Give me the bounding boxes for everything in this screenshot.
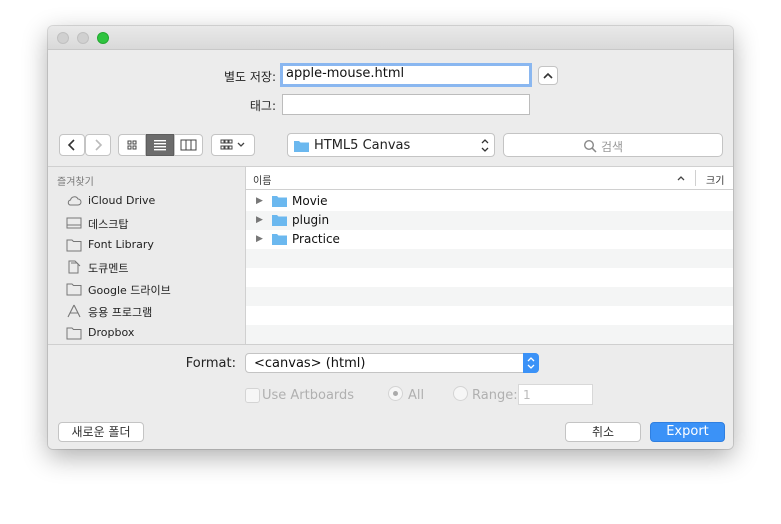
folder-icon: [272, 196, 287, 207]
zoom-button[interactable]: [97, 32, 109, 44]
range-label: Range:: [472, 388, 518, 403]
save-as-label: 별도 저장:: [223, 70, 276, 84]
empty-row: [246, 306, 733, 325]
sidebar-item-dropbox[interactable]: Dropbox: [66, 323, 244, 343]
minimize-button[interactable]: [77, 32, 89, 44]
format-value: <canvas> (html): [254, 356, 366, 371]
empty-row: [246, 325, 733, 344]
all-label: All: [408, 388, 425, 403]
sort-ascending-icon: [677, 176, 685, 181]
chevron-up-icon: [543, 72, 553, 79]
sidebar-item-google-drive[interactable]: Google 드라이브: [66, 279, 244, 299]
close-button[interactable]: [57, 32, 69, 44]
columns-icon: [180, 139, 197, 151]
cloud-icon: [67, 196, 82, 206]
save-dialog: 별도 저장: apple-mouse.html 태그: HTML5 Canvas…: [48, 26, 733, 449]
updown-chevron-icon: [527, 357, 535, 369]
disclosure-triangle-icon[interactable]: ▶: [256, 234, 263, 244]
format-label: Format:: [185, 356, 236, 371]
file-list: 이름 크기 ▶ Movie ▶ plugin ▶ Practice: [246, 167, 733, 344]
desktop-icon: [66, 217, 82, 229]
range-input[interactable]: 1: [518, 384, 593, 405]
documents-icon: [68, 260, 81, 274]
sidebar-item-label: 응용 프로그램: [88, 306, 153, 319]
favorites-header: 즐겨찾기: [57, 177, 94, 188]
sidebar-item-label: Google 드라이브: [88, 284, 171, 297]
sidebar-item-icloud-drive[interactable]: iCloud Drive: [66, 191, 244, 211]
column-size-header[interactable]: 크기: [706, 172, 724, 187]
filename-input[interactable]: apple-mouse.html: [280, 63, 532, 87]
select-stepper[interactable]: [523, 353, 539, 373]
search-field[interactable]: 검색: [503, 133, 723, 157]
sidebar-item-font-library[interactable]: Font Library: [66, 235, 244, 255]
sidebar-item-label: Dropbox: [88, 326, 135, 339]
updown-chevron-icon: [481, 139, 489, 152]
sidebar: 즐겨찾기 iCloud Drive 데스크탑 Font Library 도큐멘트…: [48, 167, 246, 344]
tags-input[interactable]: [282, 94, 530, 115]
grid-icon: [127, 140, 137, 150]
sidebar-item-label: 데스크탑: [88, 218, 129, 231]
range-radio[interactable]: [453, 386, 468, 401]
all-radio[interactable]: [388, 386, 403, 401]
forward-button[interactable]: [85, 134, 111, 156]
table-row[interactable]: ▶ plugin: [246, 211, 733, 230]
use-artboards-checkbox[interactable]: [245, 388, 260, 403]
column-divider: [695, 170, 696, 186]
applications-icon: [67, 304, 81, 318]
use-artboards-label: Use Artboards: [262, 388, 355, 403]
view-columns-button[interactable]: [174, 134, 203, 156]
location-label: HTML5 Canvas: [314, 138, 411, 153]
chevron-left-icon: [67, 139, 75, 151]
sidebar-item-label: iCloud Drive: [88, 194, 156, 207]
file-name: Movie: [292, 194, 328, 208]
table-row[interactable]: ▶ Movie: [246, 192, 733, 211]
expand-dialog-button[interactable]: [538, 66, 558, 85]
location-popup[interactable]: HTML5 Canvas: [287, 133, 495, 157]
format-select[interactable]: <canvas> (html): [245, 353, 539, 373]
folder-icon: [294, 141, 309, 152]
folder-icon: [272, 234, 287, 245]
search-placeholder: 검색: [601, 140, 624, 154]
file-name: plugin: [292, 213, 330, 227]
list-header: 이름 크기: [246, 167, 733, 190]
table-row[interactable]: ▶ Practice: [246, 230, 733, 249]
view-list-button[interactable]: [146, 134, 174, 156]
empty-row: [246, 249, 733, 268]
disclosure-triangle-icon[interactable]: ▶: [256, 215, 263, 225]
arrange-menu-button[interactable]: [211, 134, 255, 156]
sidebar-item-applications[interactable]: 응용 프로그램: [66, 301, 244, 321]
new-folder-button[interactable]: 새로운 폴더: [58, 422, 144, 442]
empty-row: [246, 287, 733, 306]
disclosure-triangle-icon[interactable]: ▶: [256, 196, 263, 206]
search-icon: [583, 139, 597, 153]
export-options: Format: <canvas> (html) Use Artboards Al…: [48, 344, 733, 449]
folder-icon: [272, 215, 287, 226]
sidebar-item-label: Font Library: [88, 238, 154, 251]
file-name: Practice: [292, 232, 340, 246]
folder-icon: [66, 239, 82, 252]
sidebar-item-label: 도큐멘트: [88, 262, 129, 275]
chevron-right-icon: [95, 139, 103, 151]
sidebar-item-documents[interactable]: 도큐멘트: [66, 257, 244, 277]
folder-icon: [66, 327, 82, 340]
view-icons-button[interactable]: [118, 134, 146, 156]
tags-label: 태그:: [249, 99, 276, 113]
export-button[interactable]: Export: [650, 422, 725, 442]
empty-row: [246, 268, 733, 287]
arrange-icon: [220, 139, 245, 150]
back-button[interactable]: [59, 134, 85, 156]
list-icon: [154, 140, 166, 151]
sidebar-item-desktop[interactable]: 데스크탑: [66, 213, 244, 233]
folder-icon: [66, 283, 82, 296]
title-bar: [48, 26, 733, 50]
column-name-header[interactable]: 이름: [253, 172, 271, 187]
cancel-button[interactable]: 취소: [565, 422, 641, 442]
